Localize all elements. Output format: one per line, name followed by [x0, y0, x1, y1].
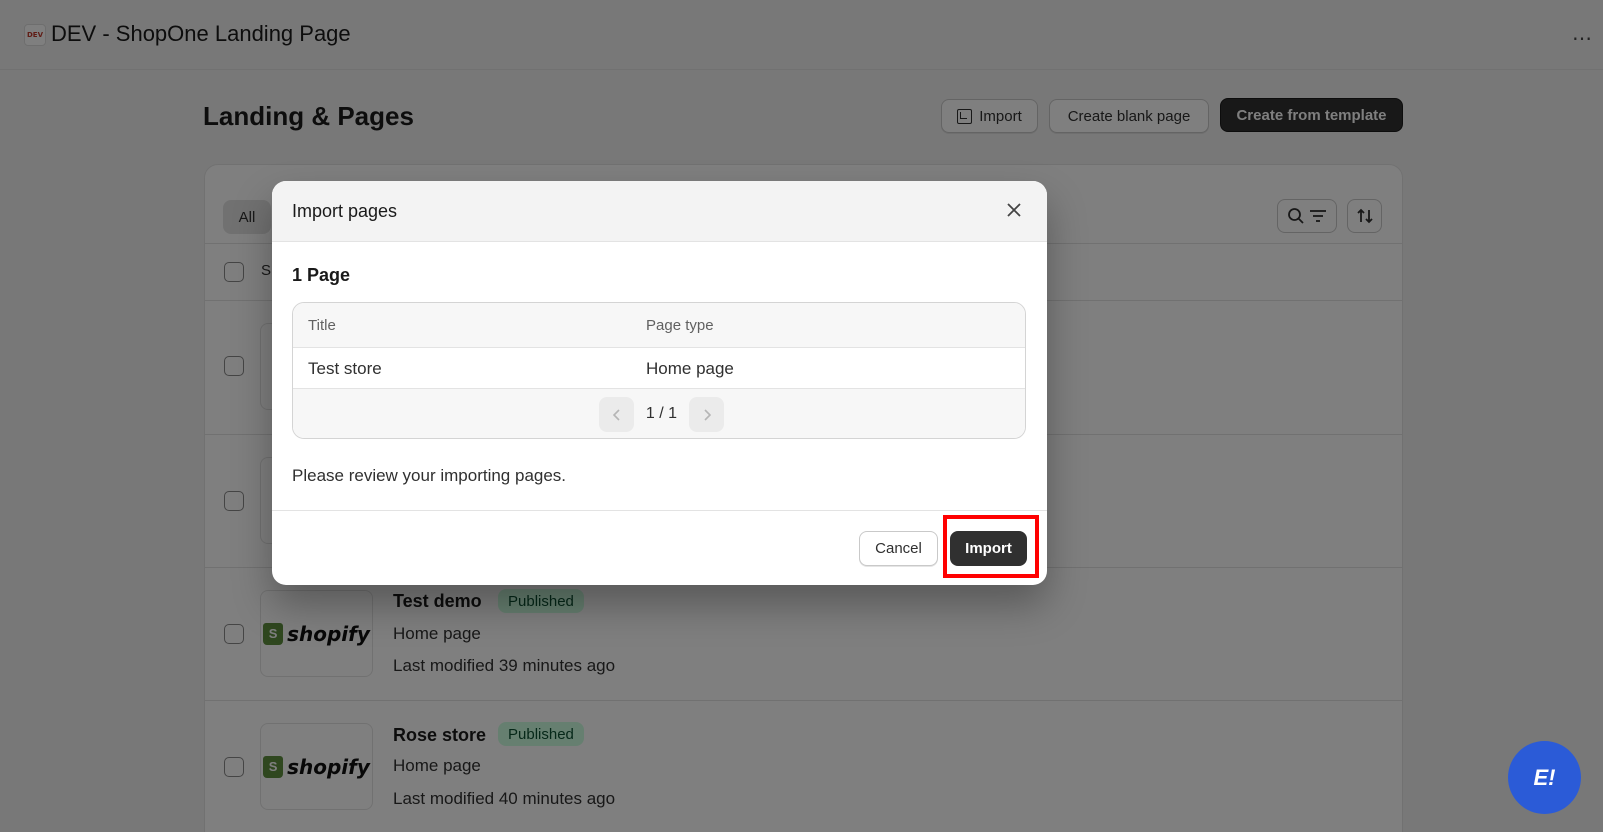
chat-launcher-button[interactable]: E!: [1508, 741, 1581, 814]
cell-page-type: Home page: [646, 359, 734, 378]
cell-title: Test store: [308, 359, 382, 378]
next-page-button[interactable]: [689, 397, 724, 432]
previous-page-button[interactable]: [599, 397, 634, 432]
table-row: Test store Home page: [293, 348, 1025, 389]
dialog-header: Import pages: [272, 181, 1047, 242]
dialog-footer-divider: [272, 510, 1047, 511]
chat-icon: E!: [1533, 764, 1556, 790]
cancel-button[interactable]: Cancel: [859, 531, 938, 566]
table-header-row: Title Page type: [293, 303, 1025, 348]
column-header-page-type: Page type: [646, 317, 714, 334]
pagination-text: 1 / 1: [645, 405, 678, 422]
chevron-right-icon: [703, 408, 711, 421]
column-header-title: Title: [308, 317, 336, 334]
import-table: Title Page type Test store Home page 1 /…: [292, 302, 1026, 439]
review-instruction-text: Please review your importing pages.: [292, 466, 567, 485]
highlight-annotation: [943, 515, 1039, 578]
close-icon[interactable]: [1002, 198, 1026, 222]
page-count-label: 1 Page: [292, 265, 351, 285]
pagination: 1 / 1: [293, 389, 1025, 438]
dialog-title: Import pages: [292, 201, 398, 221]
chevron-left-icon: [612, 408, 620, 421]
import-pages-dialog: Import pages 1 Page Title Page type Test…: [272, 181, 1047, 585]
